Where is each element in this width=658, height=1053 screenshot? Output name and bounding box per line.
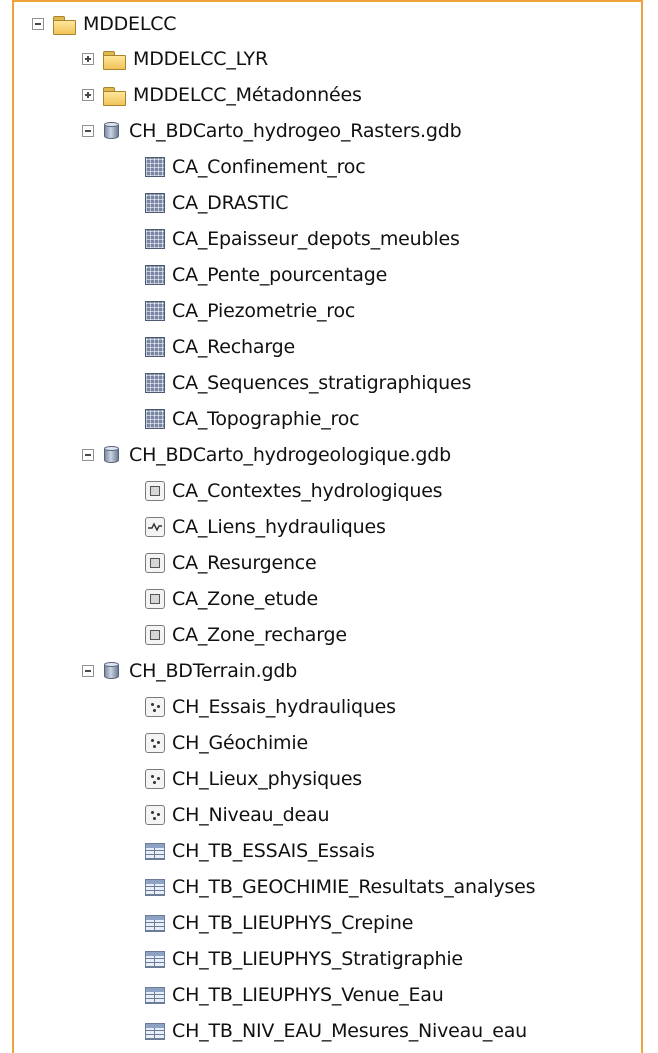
tree-item-label: CA_Liens_hydrauliques: [172, 516, 386, 538]
tree-node-gdb-rasters[interactable]: CH_BDCarto_hydrogeo_Rasters.gdb: [82, 114, 462, 148]
raster-icon: [145, 409, 165, 429]
table-icon: [145, 950, 165, 968]
tree-item-raster[interactable]: CA_Pente_pourcentage: [145, 258, 387, 292]
tree-node-gdb-hydrogeologique[interactable]: CH_BDCarto_hydrogeologique.gdb: [82, 438, 451, 472]
tree-item-feature-class[interactable]: CA_Zone_etude: [145, 582, 318, 616]
tree-node-mddelcc-metadonnees[interactable]: MDDELCC_Métadonnées: [82, 78, 362, 112]
tree-item-label: CH_Lieux_physiques: [172, 768, 363, 790]
table-icon: [145, 986, 165, 1004]
raster-icon: [145, 373, 165, 393]
tree-item-raster[interactable]: CA_Piezometrie_roc: [145, 294, 355, 328]
tree-item-label: CA_DRASTIC: [172, 192, 289, 214]
tree-item-label: CH_TB_LIEUPHYS_Crepine: [172, 912, 414, 934]
point-feature-icon: [145, 733, 165, 753]
tree-item-label: CH_TB_GEOCHIMIE_Resultats_analyses: [172, 876, 536, 898]
folder-icon: [102, 86, 126, 106]
tree-item-label: CH_Essais_hydrauliques: [172, 696, 396, 718]
tree-node-mddelcc-lyr[interactable]: MDDELCC_LYR: [82, 42, 268, 76]
tree-item-raster[interactable]: CA_Confinement_roc: [145, 150, 366, 184]
tree-item-label: CA_Contextes_hydrologiques: [172, 480, 443, 502]
tree-item-raster[interactable]: CA_Epaisseur_depots_meubles: [145, 222, 460, 256]
tree-node-gdb-bdterrain[interactable]: CH_BDTerrain.gdb: [82, 654, 297, 688]
tree-item-label: CA_Topographie_roc: [172, 408, 360, 430]
tree-item-table[interactable]: CH_TB_LIEUPHYS_Crepine: [145, 906, 413, 940]
tree-item-label: CA_Epaisseur_depots_meubles: [172, 228, 460, 250]
collapse-toggle-icon[interactable]: [82, 665, 94, 677]
tree-node-label: CH_BDCarto_hydrogeologique.gdb: [129, 444, 452, 466]
tree-item-feature-class[interactable]: CH_Lieux_physiques: [145, 762, 362, 796]
tree-item-table[interactable]: CH_TB_ESSAIS_Essais: [145, 834, 375, 868]
tree-item-raster[interactable]: CA_Sequences_stratigraphiques: [145, 366, 471, 400]
line-feature-icon: [145, 517, 165, 537]
tree-item-label: CA_Resurgence: [172, 552, 317, 574]
geodatabase-icon: [102, 661, 122, 681]
point-feature-icon: [145, 805, 165, 825]
polygon-feature-icon: [145, 625, 165, 645]
expand-toggle-icon[interactable]: [82, 89, 94, 101]
tree-item-label: CH_TB_NIV_EAU_Mesures_Niveau_eau: [172, 1020, 528, 1042]
tree-node-label: MDDELCC_LYR: [133, 48, 268, 70]
polygon-feature-icon: [145, 553, 165, 573]
catalog-tree: MDDELCC MDDELCC_LYR MDDELCC_Métadonnées …: [14, 2, 641, 1053]
expand-toggle-icon[interactable]: [82, 53, 94, 65]
point-feature-icon: [145, 697, 165, 717]
tree-item-table[interactable]: CH_TB_LIEUPHYS_Venue_Eau: [145, 978, 444, 1012]
tree-item-feature-class[interactable]: CA_Zone_recharge: [145, 618, 347, 652]
polygon-feature-icon: [145, 589, 165, 609]
table-icon: [145, 878, 165, 896]
tree-item-label: CA_Confinement_roc: [172, 156, 366, 178]
tree-item-feature-class[interactable]: CA_Contextes_hydrologiques: [145, 474, 443, 508]
table-icon: [145, 1022, 165, 1040]
tree-node-mddelcc[interactable]: MDDELCC: [32, 7, 177, 41]
tree-item-feature-class[interactable]: CH_Géochimie: [145, 726, 308, 760]
tree-item-label: CA_Piezometrie_roc: [172, 300, 356, 322]
raster-icon: [145, 229, 165, 249]
raster-icon: [145, 193, 165, 213]
collapse-toggle-icon[interactable]: [82, 449, 94, 461]
folder-icon: [52, 15, 76, 35]
raster-icon: [145, 301, 165, 321]
table-icon: [145, 914, 165, 932]
table-icon: [145, 842, 165, 860]
tree-node-label: CH_BDTerrain.gdb: [129, 660, 298, 682]
tree-item-raster[interactable]: CA_Topographie_roc: [145, 402, 360, 436]
tree-item-label: CA_Zone_etude: [172, 588, 318, 610]
tree-node-label: CH_BDCarto_hydrogeo_Rasters.gdb: [129, 120, 462, 142]
tree-item-label: CH_TB_ESSAIS_Essais: [172, 840, 375, 862]
tree-node-label: MDDELCC_Métadonnées: [133, 84, 362, 106]
raster-icon: [145, 265, 165, 285]
tree-item-table[interactable]: CH_TB_NIV_EAU_Mesures_Niveau_eau: [145, 1014, 527, 1048]
geodatabase-icon: [102, 121, 122, 141]
tree-item-table[interactable]: CH_TB_LIEUPHYS_Stratigraphie: [145, 942, 463, 976]
tree-item-label: CH_TB_LIEUPHYS_Venue_Eau: [172, 984, 444, 1006]
folder-icon: [102, 50, 126, 70]
raster-icon: [145, 157, 165, 177]
tree-item-raster[interactable]: CA_DRASTIC: [145, 186, 289, 220]
tree-item-raster[interactable]: CA_Recharge: [145, 330, 295, 364]
tree-item-label: CA_Recharge: [172, 336, 295, 358]
tree-item-feature-class[interactable]: CH_Essais_hydrauliques: [145, 690, 396, 724]
tree-item-label: CA_Pente_pourcentage: [172, 264, 388, 286]
polygon-feature-icon: [145, 481, 165, 501]
tree-item-label: CH_Géochimie: [172, 732, 308, 754]
catalog-tree-panel: MDDELCC MDDELCC_LYR MDDELCC_Métadonnées …: [12, 0, 643, 1053]
tree-item-label: CA_Zone_recharge: [172, 624, 347, 646]
tree-item-feature-class[interactable]: CA_Resurgence: [145, 546, 317, 580]
collapse-toggle-icon[interactable]: [82, 125, 94, 137]
tree-node-label: MDDELCC: [83, 13, 177, 35]
collapse-toggle-icon[interactable]: [32, 18, 44, 30]
tree-item-feature-class[interactable]: CH_Niveau_deau: [145, 798, 330, 832]
tree-item-feature-class[interactable]: CA_Liens_hydrauliques: [145, 510, 386, 544]
tree-item-label: CH_TB_LIEUPHYS_Stratigraphie: [172, 948, 463, 970]
geodatabase-icon: [102, 445, 122, 465]
tree-item-label: CA_Sequences_stratigraphiques: [172, 372, 472, 394]
raster-icon: [145, 337, 165, 357]
tree-item-table[interactable]: CH_TB_GEOCHIMIE_Resultats_analyses: [145, 870, 535, 904]
point-feature-icon: [145, 769, 165, 789]
tree-item-label: CH_Niveau_deau: [172, 804, 330, 826]
